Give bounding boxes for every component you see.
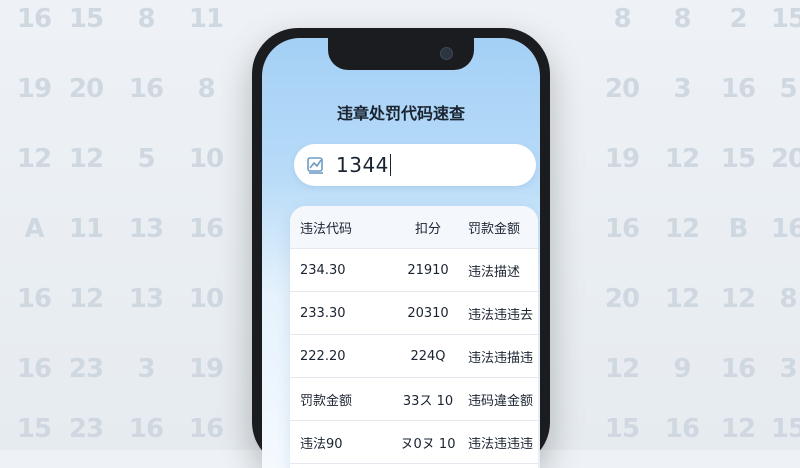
background-glyph: 10	[188, 284, 224, 314]
cell-desc: 违法违违去	[468, 307, 534, 323]
background-glyph: 12	[68, 144, 104, 174]
cell-points: 20310	[407, 305, 449, 321]
table-row[interactable]: 罚款金额 33ス 10 违码違金额	[290, 378, 538, 421]
cell-code: 罚款金额	[300, 393, 353, 409]
background-glyph: 16	[720, 354, 756, 384]
table-row[interactable]: 234.30 21910 违法描述	[290, 249, 538, 292]
cell-desc: 违码違金额	[468, 393, 534, 409]
background-glyph: 20	[770, 144, 800, 174]
cell-points: 224Q	[410, 348, 446, 364]
table-row[interactable]: 222.20 224Q 违法违描违	[290, 335, 538, 378]
background-glyph: 19	[188, 354, 224, 384]
cell-code: 222.20	[300, 348, 346, 364]
background-glyph: 12	[720, 284, 756, 314]
header-code: 违法代码	[300, 221, 353, 237]
background-glyph: 16	[188, 214, 224, 244]
text-caret	[389, 154, 392, 176]
background-glyph: 15	[604, 414, 640, 444]
background-glyph: 10	[188, 144, 224, 174]
table-header: 违法代码 扣分 罚款金额	[290, 206, 538, 249]
background-glyph: 16	[16, 284, 52, 314]
background-glyph: 12	[68, 284, 104, 314]
background-glyph: 2	[729, 4, 747, 34]
background-glyph: 8	[779, 284, 797, 314]
cell-desc: 违法违描违	[468, 350, 534, 366]
phone-frame: 违章处罚代码速查 1344 违法代码 扣分 罚款金额 234.30 21910	[252, 28, 550, 468]
background-glyph: 16	[604, 214, 640, 244]
cell-desc: 违法违违违	[468, 436, 534, 452]
cell-points: 21910	[407, 262, 449, 278]
background-glyph: 15	[16, 414, 52, 444]
background-glyph: 5	[779, 74, 797, 104]
background-glyph: 3	[137, 354, 155, 384]
background-glyph: 19	[604, 144, 640, 174]
background-glyph: 13	[128, 284, 164, 314]
background-glyph: 3	[673, 74, 691, 104]
background-glyph: 8	[673, 4, 691, 34]
search-value[interactable]: 1344	[336, 153, 389, 177]
background-glyph: 16	[16, 4, 52, 34]
background-glyph: A	[24, 214, 44, 244]
background-glyph: 19	[16, 74, 52, 104]
table-row[interactable]: 233.30 20310 违法违违去	[290, 292, 538, 335]
background-glyph: 16	[770, 214, 800, 244]
background-glyph: 12	[16, 144, 52, 174]
cell-code: 234.30	[300, 262, 346, 278]
phone-screen: 违章处罚代码速查 1344 违法代码 扣分 罚款金额 234.30 21910	[262, 38, 540, 468]
background-glyph: 12	[664, 214, 700, 244]
background-glyph: 12	[720, 414, 756, 444]
background-glyph: 15	[68, 4, 104, 34]
phone-notch	[328, 38, 474, 70]
cell-code: 233.30	[300, 305, 346, 321]
background-glyph: 16	[664, 414, 700, 444]
background-glyph: 23	[68, 414, 104, 444]
background-glyph: 9	[673, 354, 691, 384]
cell-code: 违法90	[300, 436, 343, 452]
background-glyph: 8	[137, 4, 155, 34]
background-glyph: B	[728, 214, 749, 244]
background-glyph: 8	[197, 74, 215, 104]
background-glyph: 8	[613, 4, 631, 34]
cell-points: ヌ0ヌ 10	[400, 436, 456, 452]
background-glyph: 16	[188, 414, 224, 444]
cell-desc: 违法描述	[468, 264, 521, 280]
header-points: 扣分	[414, 221, 441, 237]
background-glyph: 23	[68, 354, 104, 384]
background-glyph: 20	[68, 74, 104, 104]
background-glyph: 12	[664, 284, 700, 314]
background-glyph: 20	[604, 284, 640, 314]
table-row[interactable]: 违法90 ヌ0ヌ 10 违法违违违	[290, 421, 538, 464]
search-input[interactable]: 1344	[294, 144, 536, 186]
cell-points: 33ス 10	[402, 393, 454, 409]
header-fine: 罚款金额	[468, 221, 521, 237]
background-glyph: 15	[720, 144, 756, 174]
results-table: 违法代码 扣分 罚款金额 234.30 21910 违法描述 233.30 20…	[290, 206, 538, 468]
search-icon[interactable]	[306, 154, 328, 176]
background-glyph: 16	[128, 74, 164, 104]
page-title: 违章处罚代码速查	[336, 104, 465, 123]
background-glyph: 15	[770, 414, 800, 444]
background-glyph: 15	[770, 4, 800, 34]
background-glyph: 12	[664, 144, 700, 174]
background-glyph: 3	[779, 354, 797, 384]
background-glyph: 13	[128, 214, 164, 244]
background-glyph: 20	[604, 74, 640, 104]
background-glyph: 16	[128, 414, 164, 444]
background-glyph: 11	[188, 4, 224, 34]
background-glyph: 16	[720, 74, 756, 104]
background-glyph: 12	[604, 354, 640, 384]
background-glyph: 5	[137, 144, 155, 174]
camera-icon	[440, 47, 453, 60]
background-glyph: 16	[16, 354, 52, 384]
background-glyph: 11	[68, 214, 104, 244]
